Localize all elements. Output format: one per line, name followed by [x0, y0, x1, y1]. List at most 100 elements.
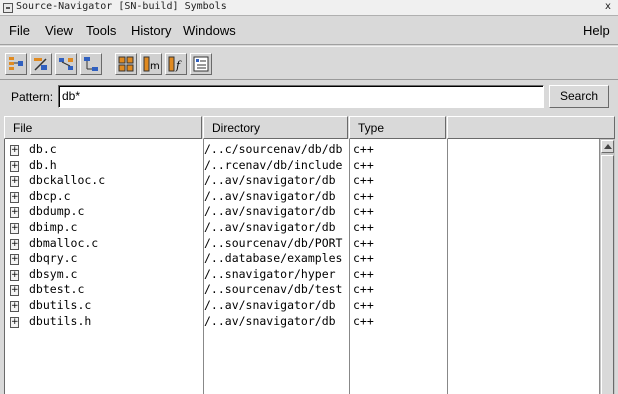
directory-cell: /..av/snavigator/db	[204, 220, 336, 234]
functions-button[interactable]: f	[165, 53, 187, 75]
type-cell: c++	[353, 204, 374, 219]
file-cell: dbmalloc.c	[29, 235, 99, 250]
column-header-file[interactable]: File	[4, 116, 202, 139]
directory-cell: /..rcenav/db/include	[204, 157, 343, 172]
table-row[interactable]: + dbcp.c /..av/snavigator/db c++	[5, 188, 600, 204]
menu-history[interactable]: History	[131, 23, 171, 38]
file-cell: db.h	[29, 157, 57, 172]
file-cell: dbqry.c	[29, 251, 78, 266]
menu-file[interactable]: File	[9, 23, 30, 38]
hierarchy-icon	[9, 57, 23, 70]
file-cell: dbutils.h	[29, 313, 92, 328]
scroll-up-arrow-icon[interactable]	[601, 140, 614, 153]
table-row[interactable]: + dbutils.c /..av/snavigator/db c++	[5, 297, 600, 313]
table-row[interactable]: + dbdump.c /..av/snavigator/db c++	[5, 203, 600, 219]
file-cell: dbsym.c	[29, 266, 78, 281]
table-row[interactable]: + dbqry.c /..database/examples c++	[5, 250, 600, 266]
pattern-label: Pattern:	[11, 90, 54, 104]
column-headers: File Directory Type	[4, 116, 615, 139]
type-cell: c++	[353, 313, 374, 328]
directory-cell: /..av/snavigator/db	[204, 173, 336, 188]
functions-icon: f	[168, 56, 182, 72]
expand-plus-icon[interactable]: +	[10, 223, 19, 234]
retriever-button[interactable]	[30, 53, 52, 75]
expand-plus-icon[interactable]: +	[10, 254, 19, 266]
type-cell: c++	[353, 298, 374, 312]
file-cell: dbutils.c	[29, 298, 92, 312]
directory-cell: /..sourcenav/db/test	[204, 282, 343, 297]
table-row[interactable]: + dbtest.c /..sourcenav/db/test c++	[5, 281, 600, 297]
methods-icon: m	[143, 56, 159, 72]
menu-bar: File View Tools History Windows Help	[0, 16, 618, 45]
type-cell: c++	[353, 235, 374, 250]
xref-icon	[59, 58, 73, 70]
menu-view[interactable]: View	[45, 23, 73, 38]
directory-cell: /..av/snavigator/db	[204, 188, 336, 203]
expand-plus-icon[interactable]: +	[10, 145, 19, 156]
expand-plus-icon[interactable]: +	[10, 285, 19, 297]
svg-text:m: m	[150, 61, 159, 72]
file-cell: db.c	[29, 142, 57, 156]
classes-button[interactable]	[115, 53, 137, 75]
hierarchy-button[interactable]	[5, 53, 27, 75]
file-cell: dbckalloc.c	[29, 173, 106, 188]
table-row[interactable]: + dbsym.c /..snavigator/hyper c++	[5, 266, 600, 282]
menu-help[interactable]: Help	[583, 23, 610, 38]
table-row[interactable]: + dbutils.h /..av/snavigator/db c++	[5, 313, 600, 329]
symbol-list[interactable]: + db.c /..c/sourcenav/db/db c++ + db.h /..rcen…	[4, 139, 599, 394]
file-cell: dbdump.c	[29, 204, 85, 219]
search-button[interactable]: Search	[549, 85, 609, 108]
directory-cell: /..snavigator/hyper	[204, 266, 336, 281]
title-bar: Source-Navigator [SN-build] Symbols x	[0, 0, 618, 16]
table-row[interactable]: + dbckalloc.c /..av/snavigator/db c++	[5, 172, 600, 188]
expand-plus-icon[interactable]: +	[10, 191, 19, 203]
expand-plus-icon[interactable]: +	[10, 238, 19, 250]
table-row[interactable]: + db.c /..c/sourcenav/db/db c++	[5, 141, 600, 157]
directory-cell: /..database/examples	[204, 251, 343, 266]
type-cell: c++	[353, 251, 374, 266]
scrollbar-thumb[interactable]	[601, 155, 614, 394]
window-menu-icon[interactable]	[3, 3, 13, 13]
retriever-icon	[34, 58, 47, 71]
classes-icon	[118, 56, 134, 72]
include-icon	[84, 57, 98, 71]
type-cell: c++	[353, 142, 374, 156]
include-button[interactable]	[80, 53, 102, 75]
expand-plus-icon[interactable]: +	[10, 160, 19, 172]
table-row[interactable]: + dbmalloc.c /..sourcenav/db/PORT c++	[5, 235, 600, 251]
toolbar: m f	[0, 46, 618, 80]
type-cell: c++	[353, 220, 374, 234]
file-cell: dbimp.c	[29, 220, 78, 234]
column-header-type[interactable]: Type	[349, 116, 446, 139]
xref-button[interactable]	[55, 53, 77, 75]
close-button[interactable]: x	[601, 1, 615, 14]
list-icon	[193, 56, 209, 72]
type-cell: c++	[353, 188, 374, 203]
type-cell: c++	[353, 157, 374, 172]
window-title: Source-Navigator [SN-build] Symbols	[16, 1, 227, 12]
expand-plus-icon[interactable]: +	[10, 207, 19, 219]
expand-plus-icon[interactable]: +	[10, 176, 19, 188]
table-row[interactable]: + db.h /..rcenav/db/include c++	[5, 157, 600, 173]
directory-cell: /..c/sourcenav/db/db	[204, 142, 343, 156]
column-header-filler	[447, 116, 615, 139]
file-cell: dbtest.c	[29, 282, 85, 297]
table-row[interactable]: + dbimp.c /..av/snavigator/db c++	[5, 219, 600, 235]
column-header-directory[interactable]: Directory	[203, 116, 348, 139]
file-cell: dbcp.c	[29, 188, 71, 203]
type-cell: c++	[353, 173, 374, 188]
vertical-scrollbar[interactable]	[599, 139, 615, 394]
expand-plus-icon[interactable]: +	[10, 316, 19, 328]
type-cell: c++	[353, 266, 374, 281]
directory-cell: /..av/snavigator/db	[204, 204, 336, 219]
svg-text:f: f	[175, 59, 182, 72]
directory-cell: /..av/snavigator/db	[204, 298, 336, 312]
methods-button[interactable]: m	[140, 53, 162, 75]
pattern-bar: Pattern: db* Search	[0, 81, 618, 114]
menu-tools[interactable]: Tools	[86, 23, 116, 38]
expand-plus-icon[interactable]: +	[10, 269, 19, 281]
menu-windows[interactable]: Windows	[183, 23, 236, 38]
expand-plus-icon[interactable]: +	[10, 301, 19, 312]
list-button[interactable]	[190, 53, 212, 75]
pattern-input[interactable]: db*	[58, 85, 544, 108]
